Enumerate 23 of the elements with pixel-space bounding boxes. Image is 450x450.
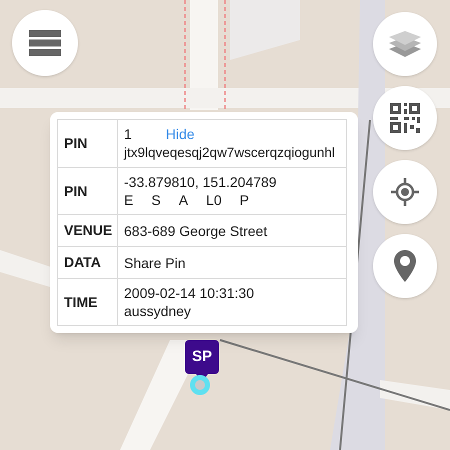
flag-letter: L0	[206, 191, 222, 209]
flag-letter: S	[151, 191, 161, 209]
row-label: TIME	[58, 278, 118, 326]
qr-code-icon	[390, 103, 420, 133]
pin-code: jtx9lqveqesqj2qw7wscerqzqiogunhl	[124, 145, 335, 160]
layers-icon	[389, 29, 421, 59]
row-label: PIN	[58, 168, 118, 214]
crosshair-icon	[391, 178, 419, 206]
cell-text: 683-689 George Street	[124, 222, 268, 238]
row-label: PIN	[58, 120, 118, 168]
flag-letter: E	[124, 191, 134, 209]
cell-text: 2009-02-14 10:31:30	[124, 285, 254, 301]
coordinates: -33.879810, 151.204789	[124, 174, 277, 190]
pin-marker[interactable]: SP	[185, 340, 219, 374]
flag-letter: A	[178, 191, 188, 209]
row-label: DATA	[58, 246, 118, 278]
row-label: VENUE	[58, 214, 118, 246]
map-pin-icon	[394, 250, 416, 282]
cell-text: Share Pin	[124, 254, 186, 270]
flag-letter: P	[240, 191, 249, 209]
menu-icon	[29, 30, 61, 56]
cell-text: aussydney	[124, 303, 191, 319]
pin-number: 1	[124, 125, 132, 143]
